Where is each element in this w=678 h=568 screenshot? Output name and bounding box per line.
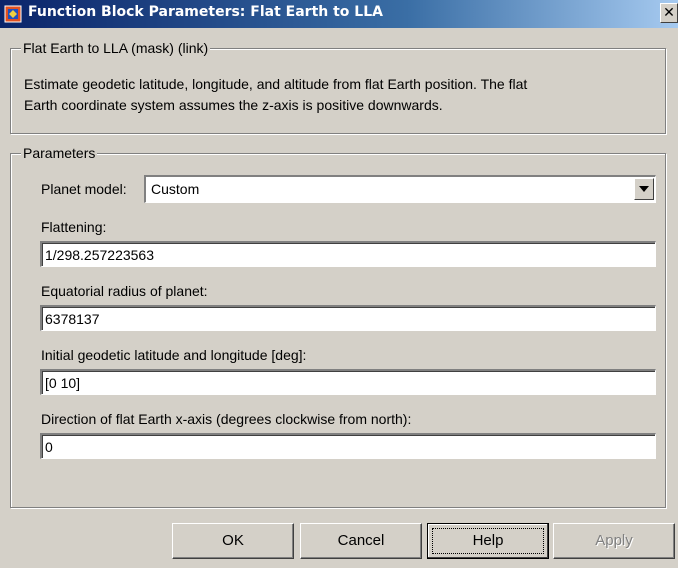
direction-x-axis-label: Direction of flat Earth x-axis (degrees …	[41, 411, 412, 427]
title-bar[interactable]: Function Block Parameters: Flat Earth to…	[0, 0, 678, 28]
parameters-group-title: Parameters	[21, 145, 98, 161]
planet-model-value: Custom	[151, 181, 200, 197]
chevron-down-icon[interactable]	[634, 178, 654, 200]
apply-button-label: Apply	[595, 532, 633, 549]
planet-model-select[interactable]: Custom	[144, 175, 656, 203]
block-description: Estimate geodetic latitude, longitude, a…	[24, 74, 664, 116]
ok-button-label: OK	[222, 532, 244, 549]
equatorial-radius-label: Equatorial radius of planet:	[41, 283, 208, 299]
simulink-block-icon	[4, 5, 22, 23]
equatorial-radius-field[interactable]	[40, 305, 656, 331]
description-line-2: Earth coordinate system assumes the z-ax…	[24, 97, 443, 113]
close-icon: ✕	[663, 5, 675, 21]
initial-lat-lon-label: Initial geodetic latitude and longitude …	[41, 347, 307, 363]
ok-button[interactable]: OK	[172, 523, 294, 559]
planet-model-label: Planet model:	[41, 181, 127, 197]
initial-lat-lon-field[interactable]	[40, 369, 656, 395]
direction-x-axis-field[interactable]	[40, 433, 656, 459]
window-title: Function Block Parameters: Flat Earth to…	[28, 4, 383, 20]
description-group-title: Flat Earth to LLA (mask) (link)	[21, 40, 211, 56]
flattening-field[interactable]	[40, 241, 656, 267]
cancel-button[interactable]: Cancel	[300, 523, 422, 559]
help-button[interactable]: Help	[427, 523, 549, 559]
focus-rectangle	[432, 528, 544, 554]
close-button[interactable]: ✕	[660, 3, 678, 23]
apply-button[interactable]: Apply	[553, 523, 675, 559]
description-line-1: Estimate geodetic latitude, longitude, a…	[24, 76, 528, 92]
cancel-button-label: Cancel	[337, 532, 385, 549]
flattening-label: Flattening:	[41, 219, 107, 235]
